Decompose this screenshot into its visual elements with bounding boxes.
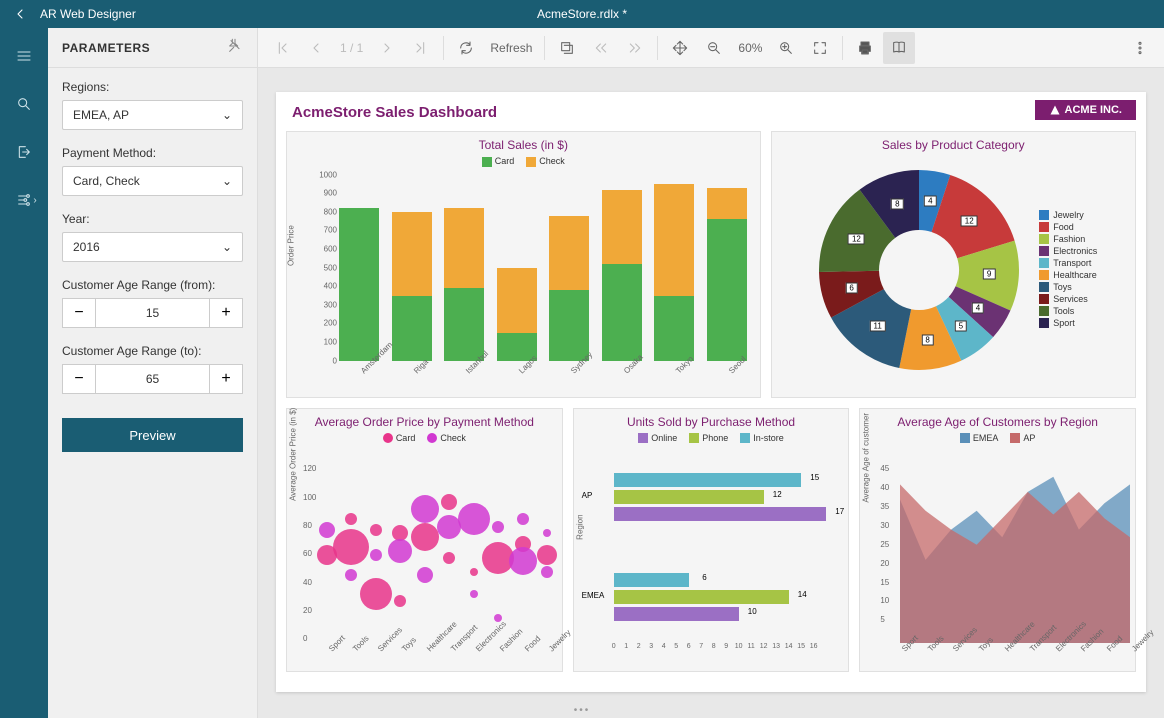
units-sold-card: Units Sold by Purchase Method OnlinePhon… [573, 408, 850, 672]
last-page-button[interactable] [405, 32, 437, 64]
units-sold-title: Units Sold by Purchase Method [574, 409, 849, 433]
first-page-button[interactable] [266, 32, 298, 64]
units-sold-chart: Region AP151217EMEA614100123456789101112… [614, 443, 839, 653]
print-icon[interactable] [849, 32, 881, 64]
payment-select[interactable]: Card, Check ⌄ [62, 166, 243, 196]
avg-age-legend: EMEAAP [860, 433, 1135, 444]
history-back-button[interactable] [551, 32, 583, 64]
chevron-down-icon: ⌄ [222, 108, 232, 122]
fullscreen-icon[interactable] [804, 32, 836, 64]
year-select[interactable]: 2016 ⌄ [62, 232, 243, 262]
chevron-down-icon: ⌄ [222, 174, 232, 188]
age-to-label: Customer Age Range (to): [62, 344, 243, 358]
menu-icon[interactable] [14, 46, 34, 66]
report-page: AcmeStore Sales Dashboard ACME INC. Tota… [276, 92, 1146, 692]
age-from-stepper: − 15 + [62, 298, 243, 328]
refresh-icon[interactable] [450, 32, 482, 64]
age-from-plus[interactable]: + [209, 298, 243, 328]
step-back-button[interactable] [585, 32, 617, 64]
prev-page-button[interactable] [300, 32, 332, 64]
age-to-stepper: − 65 + [62, 364, 243, 394]
year-label: Year: [62, 212, 243, 226]
regions-select[interactable]: EMEA, AP ⌄ [62, 100, 243, 130]
top-bar: AR Web Designer AcmeStore.rdlx * [0, 0, 1164, 28]
avg-age-chart: Average Age of customer 5101520253035404… [900, 443, 1125, 643]
move-tool-icon[interactable] [664, 32, 696, 64]
page-info: 1 / 1 [334, 41, 369, 55]
search-icon[interactable] [14, 94, 34, 114]
parameters-title: PARAMETERS [62, 41, 150, 55]
dashboard-title: AcmeStore Sales Dashboard [292, 104, 1136, 121]
category-pie-card: Sales by Product Category 4129458116128 … [771, 131, 1136, 398]
viewer-toolbar: 1 / 1 Refresh 60% ••• [258, 28, 1164, 68]
document-name: AcmeStore.rdlx * [537, 7, 627, 21]
book-view-icon[interactable] [883, 32, 915, 64]
avg-order-chart: Average Order Price (in $) 0204060801001… [327, 443, 544, 643]
app-name: AR Web Designer [40, 7, 136, 21]
avg-order-legend: CardCheck [287, 433, 562, 444]
payment-label: Payment Method: [62, 146, 243, 160]
company-logo: ACME INC. [1035, 100, 1136, 120]
age-to-plus[interactable]: + [209, 364, 243, 394]
avg-age-card: Average Age of Customers by Region EMEAA… [859, 408, 1136, 672]
back-button[interactable] [8, 6, 32, 22]
parameters-panel: PARAMETERS Regions: EMEA, AP ⌄ Payment M… [48, 28, 258, 718]
zoom-level[interactable]: 60% [732, 41, 768, 55]
avg-order-title: Average Order Price by Payment Method [287, 409, 562, 433]
category-pie-legend: JewelryFoodFashionElectronicsTransportHe… [1039, 210, 1097, 330]
age-from-label: Customer Age Range (from): [62, 278, 243, 292]
age-from-value[interactable]: 15 [96, 298, 209, 328]
category-pie-chart: 4129458116128 [809, 160, 1029, 380]
pin-icon[interactable] [227, 38, 243, 57]
age-to-value[interactable]: 65 [96, 364, 209, 394]
avg-order-card: Average Order Price by Payment Method Ca… [286, 408, 563, 672]
units-sold-legend: OnlinePhoneIn-store [574, 433, 849, 444]
left-rail: › [0, 28, 48, 718]
zoom-in-icon[interactable] [770, 32, 802, 64]
total-sales-chart: Order Price 0100200300400500600700800900… [287, 167, 760, 397]
total-sales-card: Total Sales (in $) CardCheck Order Price… [286, 131, 761, 398]
next-page-button[interactable] [371, 32, 403, 64]
step-forward-button[interactable] [619, 32, 651, 64]
settings-panel-icon[interactable]: › [14, 190, 34, 210]
avg-age-title: Average Age of Customers by Region [860, 409, 1135, 433]
report-viewport[interactable]: AcmeStore Sales Dashboard ACME INC. Tota… [258, 68, 1164, 718]
preview-button[interactable]: Preview [62, 418, 243, 452]
age-from-minus[interactable]: − [62, 298, 96, 328]
total-sales-legend: CardCheck [287, 156, 760, 167]
regions-label: Regions: [62, 80, 243, 94]
chevron-down-icon: ⌄ [222, 240, 232, 254]
more-icon[interactable] [1124, 32, 1156, 64]
age-to-minus[interactable]: − [62, 364, 96, 394]
refresh-label[interactable]: Refresh [484, 41, 538, 55]
category-pie-title: Sales by Product Category [772, 132, 1135, 156]
zoom-out-icon[interactable] [698, 32, 730, 64]
export-icon[interactable] [14, 142, 34, 162]
total-sales-title: Total Sales (in $) [287, 132, 760, 156]
